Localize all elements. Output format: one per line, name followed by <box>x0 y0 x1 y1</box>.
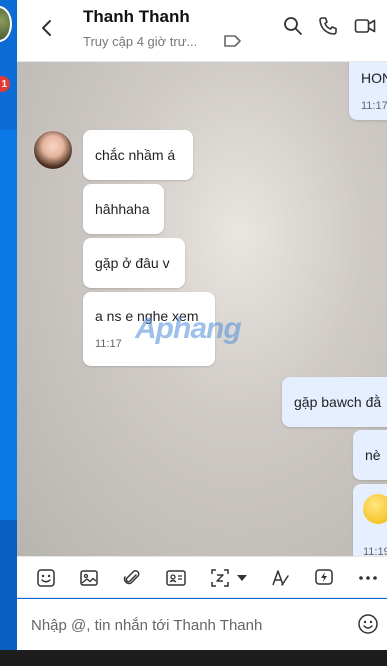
tag-icon[interactable] <box>223 33 243 49</box>
outgoing-sticker-message[interactable]: 11:19 <box>353 484 387 556</box>
conversation-list-bottom <box>0 520 17 650</box>
message-time: 11:19 <box>363 546 387 556</box>
lightning-icon <box>315 569 333 585</box>
more-options-button[interactable] <box>357 567 379 589</box>
screenshot-icon <box>211 569 229 587</box>
incoming-message[interactable]: chắc nhầm á <box>83 130 193 180</box>
emoji-button[interactable] <box>357 613 381 637</box>
image-button[interactable] <box>78 567 100 589</box>
back-button[interactable] <box>33 14 61 42</box>
watermark-logo: Aphang <box>135 312 242 345</box>
phone-icon <box>319 17 337 35</box>
smile-icon <box>358 614 378 634</box>
attach-file-button[interactable] <box>121 567 143 589</box>
video-call-button[interactable] <box>353 14 377 38</box>
contact-avatar[interactable] <box>33 130 73 170</box>
message-time: 11:17 <box>361 100 387 112</box>
message-text: gặp ở đâu v <box>95 255 170 271</box>
unread-badge: 1 <box>0 76 10 92</box>
voice-call-button[interactable] <box>316 14 340 38</box>
conversation-avatar[interactable] <box>0 6 12 42</box>
sticker-icon <box>37 569 55 587</box>
sticker-button[interactable] <box>35 567 57 589</box>
image-icon <box>80 570 98 586</box>
paperclip-icon <box>123 570 140 585</box>
message-text: gặp bawch đằ <box>294 394 382 410</box>
composer-toolbar <box>17 556 387 598</box>
message-text: HON <box>361 70 387 86</box>
text-format-icon <box>272 570 289 586</box>
contact-card-button[interactable] <box>165 567 187 589</box>
contact-card-icon <box>166 570 186 586</box>
search-icon <box>284 17 302 35</box>
taskbar-edge <box>0 650 387 666</box>
search-button[interactable] <box>281 14 305 38</box>
last-active-status: Truy cập 4 giờ trư... <box>83 34 198 49</box>
message-input[interactable] <box>31 613 341 637</box>
outgoing-message[interactable]: gặp bawch đằ <box>282 377 387 427</box>
video-camera-icon <box>354 19 376 33</box>
conversation-list-edge: 1 <box>0 0 17 650</box>
caret-down-icon <box>237 575 247 581</box>
screenshot-button[interactable] <box>209 567 231 589</box>
outgoing-message[interactable]: HON 11:17 <box>349 62 387 120</box>
chat-panel: Thanh Thanh Truy cập 4 giờ trư... HO 11:… <box>17 0 387 650</box>
incoming-message[interactable]: hâhhaha <box>83 184 164 234</box>
emoji-sticker <box>363 494 387 524</box>
message-list[interactable]: HON 11:17 chắc nhầm á hâhhaha gặp ở đâu … <box>17 62 387 556</box>
outgoing-message[interactable]: nè <box>353 430 387 480</box>
message-text: nè <box>365 447 381 463</box>
chevron-left-icon <box>42 20 51 36</box>
quick-message-button[interactable] <box>313 567 335 589</box>
more-horizontal-icon <box>359 576 377 580</box>
message-text: hâhhaha <box>95 201 150 217</box>
selected-conversation-highlight <box>0 130 17 520</box>
message-text: chắc nhầm á <box>95 147 176 163</box>
incoming-message[interactable]: gặp ở đâu v <box>83 238 185 288</box>
contact-name[interactable]: Thanh Thanh <box>83 7 190 27</box>
chat-header: Thanh Thanh Truy cập 4 giờ trư... <box>17 0 387 62</box>
screenshot-options-button[interactable] <box>235 567 249 589</box>
format-text-button[interactable] <box>269 567 291 589</box>
message-composer <box>17 598 387 650</box>
